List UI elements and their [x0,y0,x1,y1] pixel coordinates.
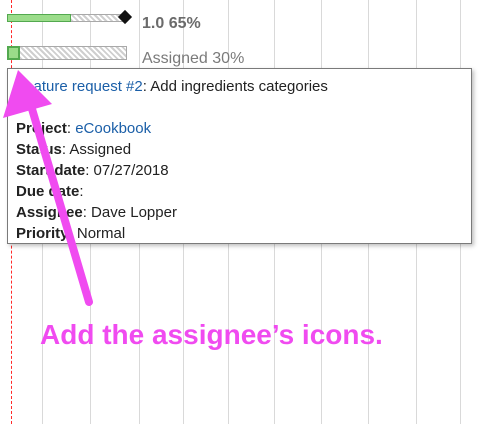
field-separator: : [85,162,94,179]
tooltip-spacer [16,97,463,118]
tooltip-row-priority: Priority: Normal [16,223,463,244]
field-label: Status [16,141,62,158]
tooltip-row-assignee: Assignee: Dave Lopper [16,202,463,223]
issue-bar-remaining[interactable] [19,46,127,60]
issue-bar-done[interactable] [7,46,20,60]
field-label: Due date [16,183,80,200]
issue-link[interactable]: Feature request #2 [16,78,143,95]
project-link[interactable]: eCookbook [75,120,151,137]
tooltip-row-start-date: Start date: 07/27/2018 [16,160,463,181]
tooltip-title: Feature request #2: Add ingredients cate… [16,76,463,97]
field-separator: : [66,120,76,137]
issue-status-label: Assigned 30% [142,50,245,67]
field-separator: : [68,225,77,242]
version-bar-done[interactable] [7,14,71,22]
issue-tooltip: Feature request #2: Add ingredients cate… [7,68,472,244]
field-value: Normal [76,225,126,242]
field-value: Dave Lopper [91,204,177,221]
field-value: Assigned [69,141,132,158]
field-label: Assignee [16,204,83,221]
tooltip-row-project: Project: eCookbook [16,118,463,139]
field-separator: : [79,183,84,200]
field-value: 07/27/2018 [93,162,169,179]
field-label: Priority [16,225,69,242]
version-progress-label: 1.0 65% [142,15,201,32]
issue-subject: : Add ingredients categories [142,78,328,95]
field-label: Start date [16,162,86,179]
field-label: Project [16,120,67,137]
tooltip-row-due-date: Due date: [16,181,463,202]
field-separator: : [82,204,92,221]
tooltip-row-status: Status: Assigned [16,139,463,160]
annotation-text: Add the assignee’s icons. [40,319,383,350]
